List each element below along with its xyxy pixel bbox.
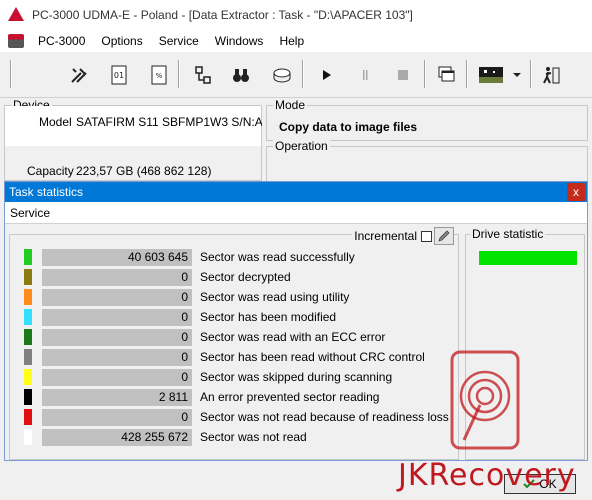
toolbar-separator xyxy=(466,60,468,88)
incremental-checkbox[interactable] xyxy=(421,230,432,242)
stat-row: 0 Sector has been read without CRC contro… xyxy=(24,348,425,366)
stat-label: Sector was skipped during scanning xyxy=(200,370,393,384)
stat-label: Sector was read using utility xyxy=(200,290,350,304)
image-icon[interactable] xyxy=(478,64,504,86)
network-icon[interactable] xyxy=(192,64,214,86)
stat-label: Sector was read successfully xyxy=(200,250,355,264)
capacity-value: 223,57 GB (468 862 128) xyxy=(76,164,212,178)
stat-row: 428 255 672 Sector was not read xyxy=(24,428,307,446)
recovery-logo-icon xyxy=(450,350,520,450)
stat-value: 0 xyxy=(42,288,192,306)
menu-bar: PC-3000 Options Service Windows Help xyxy=(0,30,592,52)
app-logo-icon xyxy=(8,7,24,23)
play-icon[interactable] xyxy=(316,64,338,86)
stat-value: 2 811 xyxy=(42,388,192,406)
tab-bar: Service xyxy=(5,202,587,224)
stat-row: 0 Sector decrypted xyxy=(24,268,291,286)
operation-group-label: Operation xyxy=(273,139,330,153)
status-color-swatch xyxy=(24,349,32,365)
model-label: Model xyxy=(39,115,72,129)
exit-icon[interactable] xyxy=(540,64,562,86)
close-button[interactable]: x xyxy=(567,183,585,201)
toolbar-separator xyxy=(178,60,180,88)
incremental-control: Incremental xyxy=(352,227,454,245)
stat-row: 40 603 645 Sector was read successfully xyxy=(24,248,355,266)
stat-row: 0 Sector was read with an ECC error xyxy=(24,328,386,346)
stat-value: 0 xyxy=(42,408,192,426)
pencil-icon xyxy=(438,230,450,242)
stat-value: 0 xyxy=(42,368,192,386)
status-color-swatch xyxy=(24,409,32,425)
drive-statistic-label: Drive statistic xyxy=(470,227,546,241)
stat-row: 2 811 An error prevented sector reading xyxy=(24,388,380,406)
stat-label: Sector decrypted xyxy=(200,270,291,284)
stat-row: 0 Sector was not read because of readines… xyxy=(24,408,449,426)
watermark-text: JKRecovery xyxy=(398,458,576,493)
status-color-swatch xyxy=(24,369,32,385)
task-titlebar: Task statistics x xyxy=(5,182,587,202)
toolbar-separator xyxy=(424,60,426,88)
menu-service[interactable]: Service xyxy=(151,34,207,48)
menu-pc3000[interactable]: PC-3000 xyxy=(30,34,93,48)
stat-label: Sector was read with an ECC error xyxy=(200,330,386,344)
mode-group-label: Mode xyxy=(273,98,308,112)
model-value: SATAFIRM S11 SBFMP1W3 S/N:A30 xyxy=(76,115,262,129)
stat-value: 0 xyxy=(42,308,192,326)
stat-value: 428 255 672 xyxy=(42,428,192,446)
menu-windows[interactable]: Windows xyxy=(207,34,272,48)
stat-label: Sector has been read without CRC control xyxy=(200,350,425,364)
toolbar-separator xyxy=(530,60,532,88)
stat-label: Sector was not read because of readiness… xyxy=(200,410,449,424)
window-titlebar: PC-3000 UDMA-E - Poland - [Data Extracto… xyxy=(0,0,592,30)
status-color-swatch xyxy=(24,309,32,325)
menu-help[interactable]: Help xyxy=(271,34,312,48)
app-menu-icon[interactable] xyxy=(8,34,24,48)
binoculars-icon[interactable] xyxy=(230,64,252,86)
status-color-swatch xyxy=(24,429,32,445)
stat-row: 0 Sector was read using utility xyxy=(24,288,350,306)
document-icon[interactable]: 01 xyxy=(108,64,130,86)
svg-text:01: 01 xyxy=(114,71,124,80)
dropdown-icon[interactable] xyxy=(510,64,524,86)
sector-stats-group: Incremental 40 603 645 Sector was read su… xyxy=(9,227,459,460)
settings-button[interactable] xyxy=(434,227,454,245)
drive-statistic-bar xyxy=(479,251,577,265)
info-panel: Device Model SATAFIRM S11 SBFMP1W3 S/N:A… xyxy=(0,98,592,182)
stat-row: 0 Sector has been modified xyxy=(24,308,337,326)
task-title: Task statistics xyxy=(9,185,84,199)
stat-label: An error prevented sector reading xyxy=(200,390,380,404)
toolbar-separator xyxy=(10,60,12,88)
stat-row: 0 Sector was skipped during scanning xyxy=(24,368,393,386)
disk-icon[interactable] xyxy=(272,64,294,86)
status-color-swatch xyxy=(24,289,32,305)
tools-icon[interactable] xyxy=(68,64,90,86)
toolbar-separator xyxy=(302,60,304,88)
percent-document-icon[interactable]: % xyxy=(148,64,170,86)
stat-value: 0 xyxy=(42,348,192,366)
window-title: PC-3000 UDMA-E - Poland - [Data Extracto… xyxy=(32,8,413,22)
status-color-swatch xyxy=(24,389,32,405)
stat-label: Sector was not read xyxy=(200,430,307,444)
stop-icon xyxy=(392,64,414,86)
status-color-swatch xyxy=(24,249,32,265)
incremental-label: Incremental xyxy=(354,229,417,243)
toolbar: 01 % xyxy=(0,52,592,98)
status-color-swatch xyxy=(24,329,32,345)
capacity-label: Capacity xyxy=(27,164,74,178)
tab-service[interactable]: Service xyxy=(10,206,50,220)
stat-label: Sector has been modified xyxy=(200,310,337,324)
pause-icon xyxy=(354,64,376,86)
stat-value: 0 xyxy=(42,268,192,286)
stat-value: 0 xyxy=(42,328,192,346)
menu-options[interactable]: Options xyxy=(93,34,150,48)
operation-group: Operation xyxy=(266,140,588,182)
svg-text:%: % xyxy=(156,72,163,80)
windows-icon[interactable] xyxy=(436,64,458,86)
status-color-swatch xyxy=(24,269,32,285)
stat-value: 40 603 645 xyxy=(42,248,192,266)
mode-value: Copy data to image files xyxy=(279,120,418,134)
